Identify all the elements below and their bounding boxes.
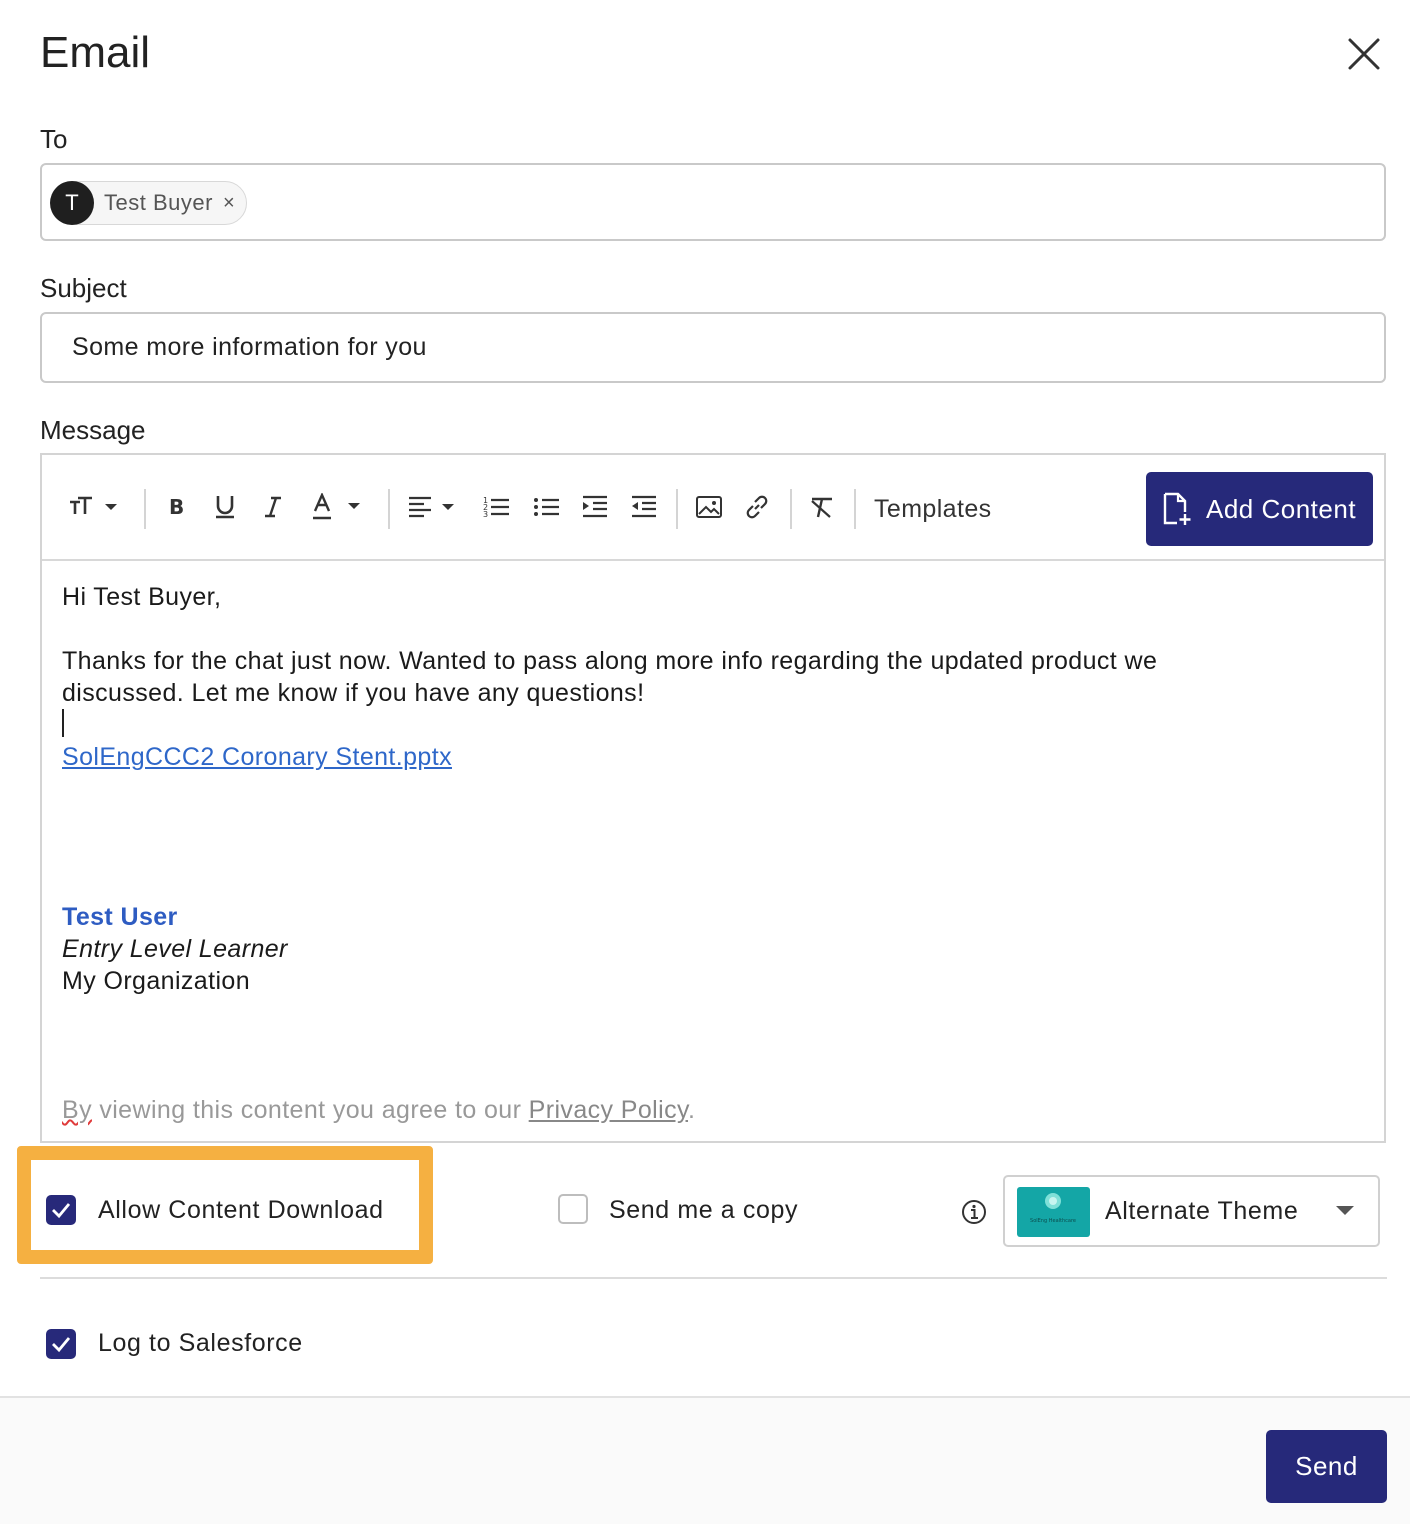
subject-input[interactable]: Some more information for you [40,312,1386,383]
allow-download-label[interactable]: Allow Content Download [98,1196,384,1225]
log-salesforce-label[interactable]: Log to Salesforce [98,1329,303,1358]
privacy-policy-link[interactable]: Privacy Policy [529,1096,688,1124]
svg-text:3: 3 [483,510,488,519]
to-label: To [40,124,68,154]
signature-title: Entry Level Learner [62,935,288,963]
recipient-name: Test Buyer [104,190,213,215]
theme-thumb-text: SolEng Healthcare [1030,1218,1076,1224]
to-field[interactable]: T Test Buyer × [40,163,1386,241]
privacy-text: viewing this content you agree to our [91,1096,529,1124]
close-icon[interactable] [1346,36,1382,72]
underline-icon[interactable] [210,489,240,525]
signature-name: Test User [62,903,178,931]
greeting-text: Hi Test Buyer, [62,583,222,611]
text-cursor [62,709,64,737]
theme-selected-value: Alternate Theme [1105,1197,1299,1225]
toolbar-divider [388,489,390,529]
attachment-link[interactable]: SolEngCCC2 Coronary Stent.pptx [62,741,452,773]
svg-text:B: B [169,496,184,518]
privacy-notice: By viewing this content you agree to our… [62,1094,695,1126]
send-copy-checkbox[interactable] [558,1194,588,1224]
avatar: T [50,181,94,225]
log-salesforce-checkbox[interactable] [46,1329,76,1359]
message-line: discussed. Let me know if you have any q… [62,679,645,707]
allow-download-checkbox[interactable] [46,1195,76,1225]
editor-toolbar: B 1 2 3 Templates Add Content [42,455,1384,561]
add-content-label: Add Content [1206,493,1357,524]
align-dropdown[interactable] [406,489,458,525]
privacy-prefix: By [62,1096,92,1124]
indent-icon[interactable] [580,489,610,525]
clear-formatting-icon[interactable] [807,489,837,525]
theme-thumbnail: SolEng Healthcare [1017,1187,1090,1237]
toolbar-divider [144,489,146,529]
send-button[interactable]: Send [1266,1430,1387,1503]
check-icon [52,1203,71,1219]
message-editor: B 1 2 3 Templates Add Content Hi Test Bu… [40,453,1386,1143]
signature-organization: My Organization [62,967,251,995]
remove-recipient-icon[interactable]: × [223,192,235,215]
info-icon[interactable] [961,1199,987,1225]
subject-label: Subject [40,273,127,303]
italic-icon[interactable] [258,489,288,525]
toolbar-divider [790,489,792,529]
link-icon[interactable] [742,489,772,525]
theme-dropdown[interactable]: SolEng Healthcare Alternate Theme [1003,1175,1380,1247]
bold-icon[interactable]: B [162,489,192,525]
privacy-suffix: . [688,1096,696,1124]
message-line: Thanks for the chat just now. Wanted to … [62,647,1158,675]
font-size-dropdown[interactable] [68,489,120,525]
recipient-chip: T Test Buyer × [50,181,247,225]
dialog-title: Email [40,28,151,77]
toolbar-divider [676,489,678,529]
unordered-list-icon[interactable] [532,489,562,525]
outdent-icon[interactable] [629,489,659,525]
chevron-down-icon [1336,1206,1354,1215]
toolbar-divider [854,489,856,529]
image-icon[interactable] [694,489,724,525]
add-file-icon [1163,492,1191,525]
ordered-list-icon[interactable]: 1 2 3 [482,489,512,525]
message-label: Message [40,415,146,445]
send-copy-label[interactable]: Send me a copy [609,1196,798,1225]
divider [40,1277,1387,1279]
templates-button[interactable]: Templates [874,495,992,524]
dialog-footer: Send [0,1396,1410,1524]
font-color-dropdown[interactable] [310,489,368,525]
check-icon [52,1337,71,1353]
add-content-button[interactable]: Add Content [1146,472,1373,546]
